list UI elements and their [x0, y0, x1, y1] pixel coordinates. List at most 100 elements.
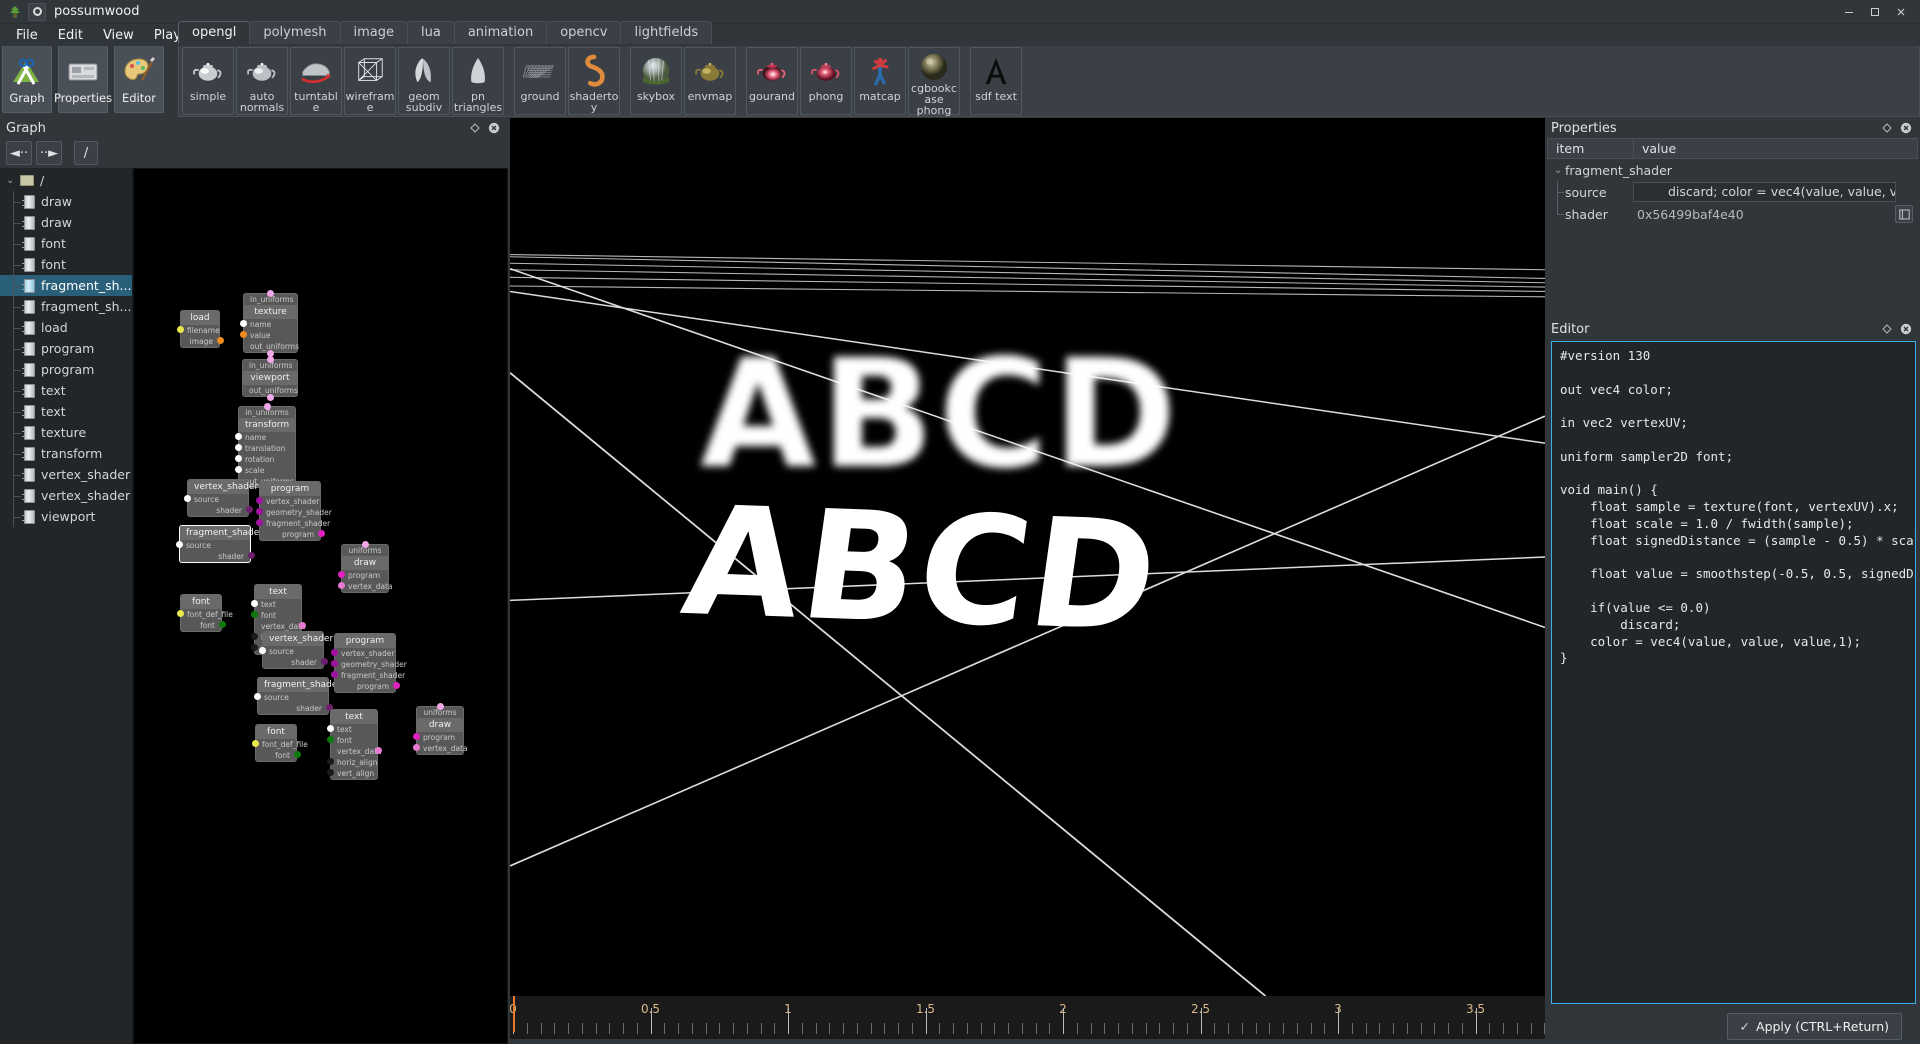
graph-node-texture[interactable]: in_uniforms texture name value out_uniforms	[243, 293, 299, 353]
port-dot-value[interactable]	[239, 331, 247, 338]
port-dot-out_uniforms[interactable]	[266, 393, 274, 401]
tool-button-sdf-text[interactable]: sdf text	[970, 47, 1022, 115]
port-dot-source[interactable]	[175, 541, 183, 548]
tool-button-phong[interactable]: phong	[800, 47, 852, 115]
port-horiz_align[interactable]: horiz_align	[331, 757, 377, 768]
graph-root-button[interactable]: /	[74, 141, 98, 165]
graph-node-program_1[interactable]: program vertex_shader geometry_shader fragm…	[259, 481, 332, 541]
port-dot-in_uniforms[interactable]	[266, 355, 274, 363]
close-panel-icon[interactable]	[486, 120, 502, 136]
chevron-down-icon[interactable]: ⌄	[1551, 165, 1565, 176]
port-dot-program[interactable]	[317, 530, 325, 537]
shader-source-code[interactable]: #version 130 out vec4 color; in vec2 ver…	[1560, 348, 1915, 667]
chevron-down-icon[interactable]: ⌄	[6, 175, 20, 186]
port-font[interactable]: font	[331, 735, 377, 746]
close-panel-icon[interactable]	[1898, 120, 1914, 136]
graph-forward-button[interactable]: ··►	[36, 141, 62, 165]
port-dot-program[interactable]	[412, 733, 420, 740]
port-dot-uniforms[interactable]	[361, 540, 369, 548]
graph-node-transform[interactable]: in_uniforms transform name translation rotat…	[238, 406, 296, 488]
property-row-source[interactable]: source discard; color = vec4(value, valu…	[1547, 181, 1918, 203]
maximize-button[interactable]	[1862, 1, 1888, 23]
port-dot-source[interactable]	[253, 693, 261, 700]
port-text[interactable]: text	[255, 599, 301, 610]
graph-node-font_2[interactable]: font font_def_file font	[255, 724, 308, 762]
graph-node-vertex_shader_2[interactable]: vertex_shader source shader	[262, 631, 333, 669]
tool-button-simple[interactable]: simple	[182, 47, 234, 115]
port-dot-fragment_shader[interactable]	[330, 671, 338, 678]
graph-tree[interactable]: ⌄ / draw draw font font fragment_sh... fragment…	[0, 168, 133, 1044]
tool-button-envmap[interactable]: envmap	[684, 47, 736, 115]
port-source[interactable]: source	[188, 494, 248, 505]
port-name[interactable]: name	[239, 432, 295, 443]
port-dot-in_uniforms[interactable]	[267, 289, 274, 297]
graph-node-vertex_shader_1[interactable]: vertex_shader source shader	[187, 479, 258, 517]
port-value[interactable]: value	[244, 330, 297, 341]
port-dot-vert_align[interactable]	[250, 644, 258, 651]
port-filename[interactable]: filename	[181, 325, 220, 336]
gl-render-area[interactable]: ABCD ABCD	[510, 118, 1545, 996]
port-dot-font[interactable]	[293, 751, 301, 758]
port-fragment_shader[interactable]: fragment_shader	[335, 670, 405, 681]
float-panel-icon[interactable]	[1879, 120, 1895, 136]
graph-node-text_2[interactable]: text text font vertex_data horiz_align vert_a…	[330, 709, 382, 780]
port-vertex_data[interactable]: vertex_data	[331, 746, 382, 757]
port-dot-name[interactable]	[234, 433, 242, 440]
graph-node-fragment_shader_2[interactable]: fragment_shader source shader	[257, 677, 341, 715]
tree-item-draw[interactable]: draw	[0, 212, 132, 233]
tool-button-auto-normals[interactable]: auto normals	[236, 47, 288, 115]
tree-item-fragment_sh[interactable]: fragment_sh...	[0, 296, 132, 317]
port-vertex_shader[interactable]: vertex_shader	[260, 496, 320, 507]
port-dot-vertex_data[interactable]	[337, 582, 345, 589]
port-dot-name[interactable]	[239, 320, 247, 327]
port-vertex_data[interactable]: vertex_data	[417, 743, 468, 754]
port-font[interactable]: font	[255, 610, 301, 621]
port-font[interactable]: font	[181, 620, 221, 631]
port-dot-fragment_shader[interactable]	[255, 519, 263, 526]
port-source[interactable]: source	[263, 646, 323, 657]
port-dot-source[interactable]	[183, 495, 191, 502]
port-fragment_shader[interactable]: fragment_shader	[260, 518, 330, 529]
port-dot-shader[interactable]	[245, 506, 253, 513]
port-dot-scale[interactable]	[234, 466, 242, 473]
tool-button-skybox[interactable]: skybox	[630, 47, 682, 115]
graph-node-fragment_shader_1[interactable]: fragment_shader source shader	[179, 525, 263, 563]
port-dot-vertex_data[interactable]	[374, 747, 382, 754]
port-dot-image[interactable]	[216, 337, 224, 344]
tree-item-text[interactable]: text	[0, 380, 132, 401]
port-font_def_file[interactable]: font_def_file	[256, 739, 308, 750]
port-font_def_file[interactable]: font_def_file	[181, 609, 233, 620]
float-panel-icon[interactable]	[1879, 321, 1895, 337]
tree-item-transform[interactable]: transform	[0, 443, 132, 464]
port-dot-program[interactable]	[337, 571, 345, 578]
expand-editor-icon[interactable]	[1895, 205, 1913, 223]
port-dot-in_uniforms[interactable]	[263, 402, 271, 410]
menu-file[interactable]: File	[6, 26, 48, 45]
tree-item-texture[interactable]: texture	[0, 422, 132, 443]
node-graph-canvas[interactable]: load filename image in_uniforms texture name v…	[133, 168, 508, 1044]
mode-button-graph[interactable]: Graph	[2, 45, 52, 113]
tree-item-program[interactable]: program	[0, 338, 132, 359]
tree-item-font[interactable]: font	[0, 233, 132, 254]
port-source[interactable]: source	[258, 692, 328, 703]
tool-button-matcap[interactable]: matcap	[854, 47, 906, 115]
port-dot-vert_align[interactable]	[326, 769, 334, 776]
port-name[interactable]: name	[244, 319, 297, 330]
tab-opengl[interactable]: opengl	[178, 21, 251, 44]
port-dot-vertex_data[interactable]	[412, 744, 420, 751]
port-dot-shader[interactable]	[320, 658, 328, 665]
port-vert_align[interactable]: vert_align	[331, 768, 377, 779]
port-vertex_data[interactable]: vertex_data	[342, 581, 393, 592]
tool-button-turntable[interactable]: turntable	[290, 47, 342, 115]
properties-group-row[interactable]: ⌄ fragment_shader	[1547, 159, 1918, 181]
tool-button-shadertoy[interactable]: shadertoy	[568, 47, 620, 115]
port-dot-rotation[interactable]	[234, 455, 242, 462]
tab-animation[interactable]: animation	[453, 21, 548, 44]
graph-node-viewport[interactable]: in_uniforms viewport out_uniforms	[242, 359, 298, 397]
menu-edit[interactable]: Edit	[48, 26, 93, 45]
port-vertex_shader[interactable]: vertex_shader	[335, 648, 395, 659]
property-row-shader[interactable]: shader 0x56499baf4e40	[1547, 203, 1918, 225]
tab-image[interactable]: image	[339, 21, 408, 44]
tree-item-text[interactable]: text	[0, 401, 132, 422]
port-dot-font_def_file[interactable]	[251, 740, 259, 747]
